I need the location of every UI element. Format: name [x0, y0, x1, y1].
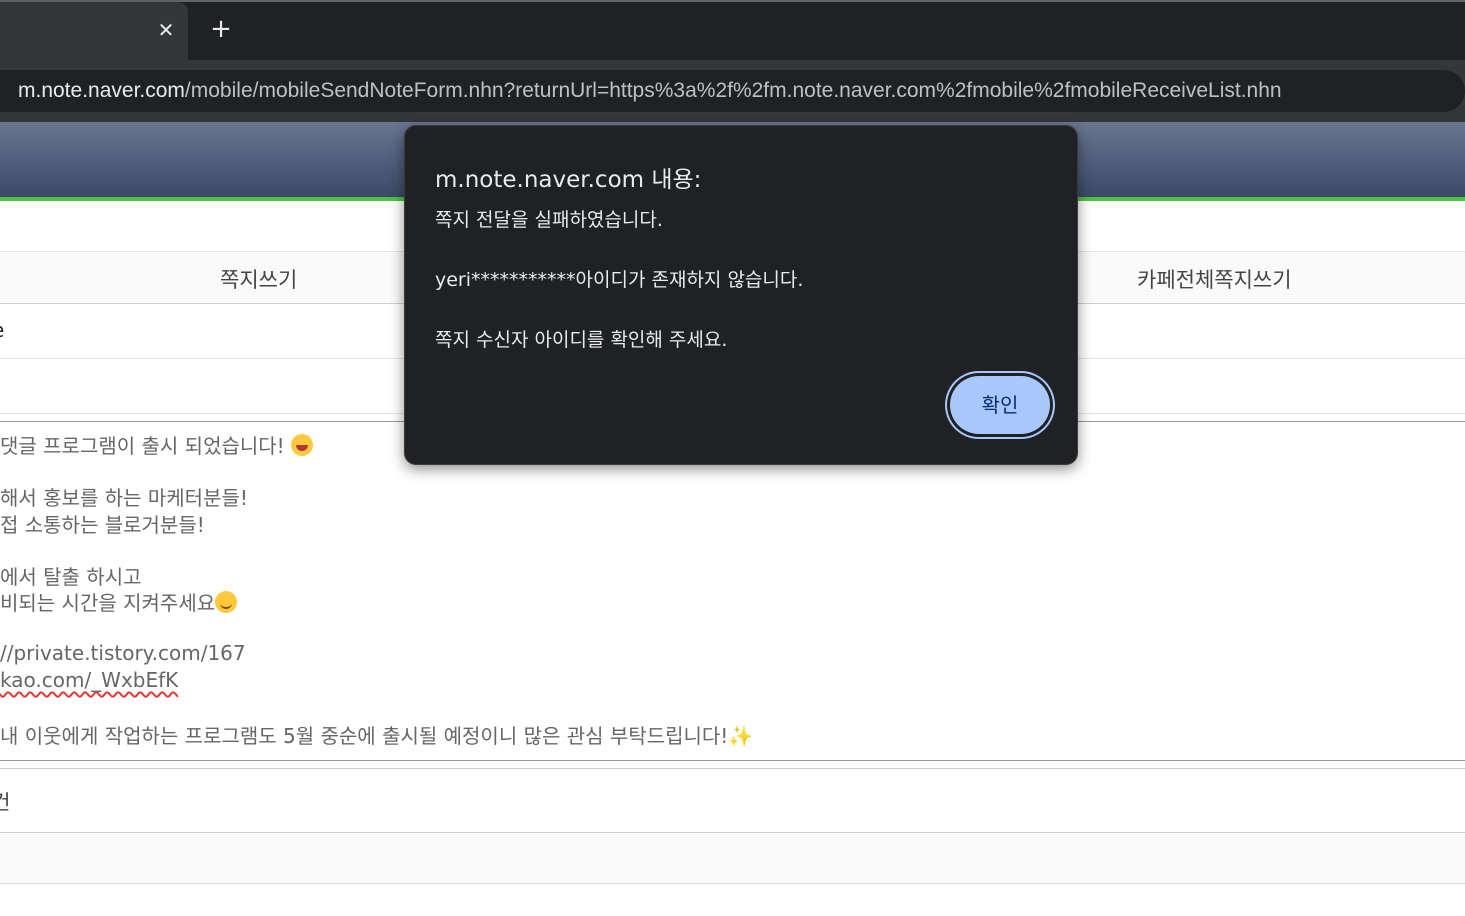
body-line-6: 에서 탈출 하시고 [0, 565, 142, 589]
tab-strip-border [0, 0, 1465, 2]
dialog-title: m.note.naver.com 내용: [435, 167, 702, 193]
new-tab-icon[interactable]: + [208, 16, 234, 42]
browser-tab[interactable]: ✕ [0, 2, 188, 60]
url-path: /mobile/mobileSendNoteForm.nhn?returnUrl… [184, 79, 1282, 102]
message-body[interactable]: 댓글 프로그램이 출시 되었습니다! 해서 홍보를 하는 마케터분들! 접 소통… [0, 430, 1465, 760]
body-line-7: 비되는 시간을 지켜주세요 [0, 591, 216, 615]
tab-close-icon[interactable]: ✕ [156, 18, 176, 42]
browser-toolbar: m.note.naver.com/mobile/mobileSendNoteFo… [0, 60, 1465, 122]
bottom-row [0, 833, 1465, 884]
body-line-1: 댓글 프로그램이 출시 되었습니다! [0, 434, 285, 458]
url-text[interactable]: m.note.naver.com/mobile/mobileSendNoteFo… [18, 79, 1282, 103]
dialog-message-line-1: 쪽지 전달을 실패하였습니다. [435, 209, 663, 231]
divider [0, 760, 1465, 761]
body-link-1: //private.tistory.com/167 [0, 641, 246, 665]
tab-cafe-note[interactable]: 카페전체쪽지쓰기 [1137, 264, 1292, 294]
ok-button[interactable]: 확인 [950, 376, 1050, 434]
attachment-row[interactable]: 건 [0, 768, 1465, 833]
recipient-field[interactable]: e [0, 318, 4, 342]
smiling-emoji-icon [215, 591, 238, 613]
dialog-message-line-2: yeri***********아이디가 존재하지 않습니다. [435, 269, 804, 291]
body-line-3: 해서 홍보를 하는 마케터분들! [0, 486, 248, 510]
body-line-4: 접 소통하는 블로거분들! [0, 513, 205, 537]
tab-write-note[interactable]: 쪽지쓰기 [220, 264, 297, 294]
attachment-count: 건 [0, 790, 11, 814]
address-bar[interactable]: m.note.naver.com/mobile/mobileSendNoteFo… [0, 70, 1465, 112]
alert-dialog: m.note.naver.com 내용: 쪽지 전달을 실패하였습니다. yer… [404, 125, 1078, 465]
sparkles-icon: ✨ [728, 724, 754, 748]
dialog-message-line-3: 쪽지 수신자 아이디를 확인해 주세요. [435, 329, 728, 351]
body-link-2: kao.com/_WxbEfK [0, 668, 179, 692]
body-line-12: 내 이웃에게 작업하는 프로그램도 5월 중순에 출시될 예정이니 많은 관심 … [0, 724, 729, 748]
laughing-emoji-icon [291, 434, 314, 456]
tab-strip: ✕ + [0, 0, 1465, 60]
url-host: m.note.naver.com [18, 79, 185, 102]
